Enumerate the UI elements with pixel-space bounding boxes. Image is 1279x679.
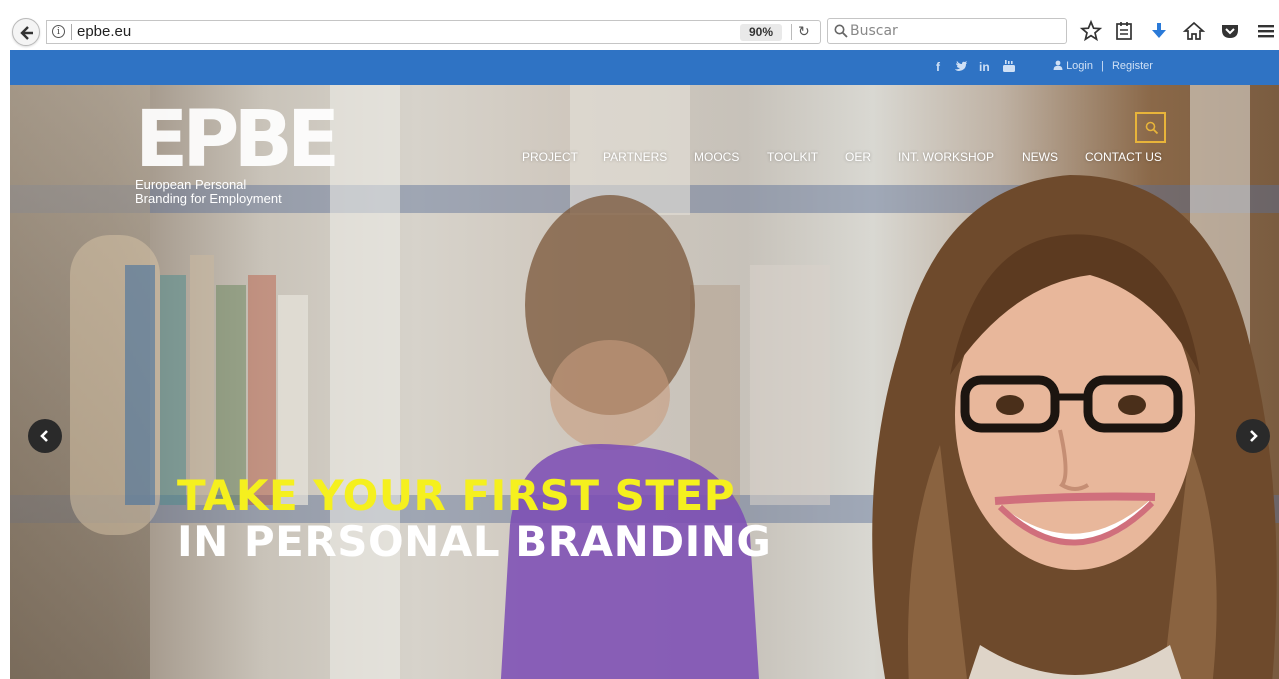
account-links: Login | Register <box>1053 60 1153 72</box>
back-button[interactable] <box>12 18 40 46</box>
logo-tagline: Branding for Employment <box>135 191 282 206</box>
login-link[interactable]: Login <box>1066 60 1093 72</box>
separator: | <box>1101 60 1104 72</box>
linkedin-icon[interactable]: in <box>979 60 990 74</box>
background-blur <box>190 255 214 505</box>
smiling-woman-figure <box>872 175 1277 679</box>
nav-moocs[interactable]: MOOCS <box>694 150 739 164</box>
background-blur <box>330 85 400 679</box>
hero-headline: IN PERSONAL BRANDING <box>177 517 772 566</box>
chevron-left-icon <box>40 430 48 442</box>
nav-toolkit[interactable]: TOOLKIT <box>767 150 818 164</box>
browser-search-box[interactable] <box>827 18 1067 44</box>
site-top-bar: f in Login | Register <box>10 50 1279 85</box>
carousel-next-button[interactable] <box>1236 419 1270 453</box>
download-icon[interactable] <box>1147 19 1171 43</box>
info-icon[interactable]: i <box>52 25 65 38</box>
register-link[interactable]: Register <box>1112 60 1153 72</box>
hero-banner: EPBE European Personal Branding for Empl… <box>10 85 1279 679</box>
student-figure <box>500 195 759 679</box>
nav-contact-us[interactable]: CONTACT US <box>1085 150 1162 164</box>
chevron-right-icon <box>1250 430 1258 442</box>
url-bar[interactable]: i epbe.eu 90% ↻ <box>46 20 821 44</box>
reading-list-icon[interactable] <box>1112 19 1136 43</box>
browser-toolbar: i epbe.eu 90% ↻ <box>0 0 1279 50</box>
nav-int-workshop[interactable]: INT. WORKSHOP <box>898 150 994 164</box>
main-navigation: PROJECT PARTNERS MOOCS TOOLKIT OER INT. … <box>10 150 1279 170</box>
back-arrow-icon <box>20 26 33 40</box>
nav-oer[interactable]: OER <box>845 150 871 164</box>
bookmark-star-icon[interactable] <box>1079 19 1103 43</box>
search-icon <box>1145 121 1159 135</box>
site-search-button[interactable] <box>1135 112 1166 143</box>
logo-tagline: European Personal <box>135 177 247 192</box>
url-separator <box>791 24 792 40</box>
url-text[interactable]: epbe.eu <box>77 23 131 40</box>
home-icon[interactable] <box>1182 19 1206 43</box>
reload-icon[interactable]: ↻ <box>798 23 810 40</box>
hero-headline: TAKE YOUR FIRST STEP <box>177 471 735 520</box>
zoom-level-badge[interactable]: 90% <box>740 24 782 41</box>
background-blur <box>125 265 155 505</box>
facebook-icon[interactable]: f <box>936 60 940 74</box>
pocket-icon[interactable] <box>1218 19 1242 43</box>
hamburger-menu-icon[interactable] <box>1254 19 1278 43</box>
carousel-prev-button[interactable] <box>28 419 62 453</box>
nav-project[interactable]: PROJECT <box>522 150 578 164</box>
search-icon <box>834 24 848 38</box>
url-separator <box>71 24 72 40</box>
user-icon <box>1053 60 1063 70</box>
browser-search-input[interactable] <box>850 21 1060 41</box>
nav-news[interactable]: NEWS <box>1022 150 1058 164</box>
nav-partners[interactable]: PARTNERS <box>603 150 667 164</box>
